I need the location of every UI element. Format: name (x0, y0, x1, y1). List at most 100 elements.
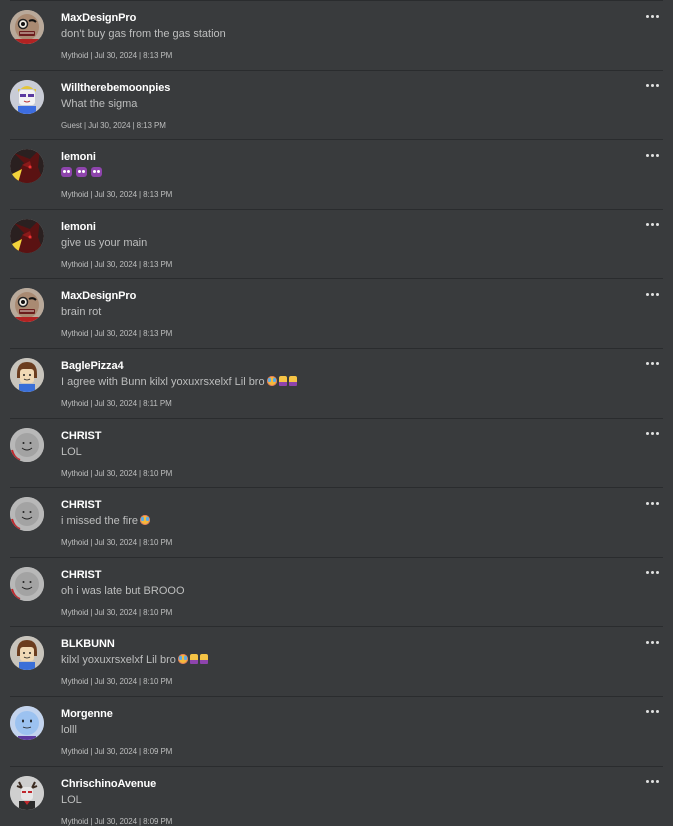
more-dot (656, 223, 659, 227)
comment-meta: Mythoid | Jul 30, 2024 | 8:11 PM (61, 398, 172, 408)
more-dot (651, 362, 654, 366)
more-options-icon[interactable] (646, 500, 660, 506)
max-avatar[interactable] (10, 10, 44, 44)
praying-emoji (189, 654, 198, 665)
comment-item-10: BLKBUNN kilxl yoxuxrsxelxf Lil bro Mytho… (10, 627, 663, 697)
christ-avatar[interactable] (10, 566, 44, 601)
comment-item-8: CHRIST i missed the fire Mythoid | Jul 3… (10, 488, 663, 558)
more-options-icon[interactable] (646, 639, 660, 645)
crying-emoji (177, 654, 188, 665)
comment-username[interactable]: CHRIST (61, 430, 101, 442)
more-dot (646, 780, 649, 784)
comment-username[interactable]: lemoni (61, 151, 96, 163)
comment-item-7: CHRIST LOL Mythoid | Jul 30, 2024 | 8:10… (10, 419, 663, 489)
comment-feed: MaxDesignPro don't buy gas from the gas … (0, 0, 673, 826)
more-options-icon[interactable] (646, 570, 660, 576)
more-options-icon[interactable] (646, 779, 660, 785)
comment-username[interactable]: MaxDesignPro (61, 290, 136, 302)
comment-meta: Mythoid | Jul 30, 2024 | 8:10 PM (61, 538, 173, 548)
more-dot (656, 84, 659, 88)
more-dot (651, 780, 654, 784)
more-dot (656, 780, 659, 784)
lemoni-avatar[interactable] (10, 149, 44, 184)
morgenne-avatar[interactable] (10, 705, 44, 740)
comment-username[interactable]: BaglePizza4 (61, 360, 124, 372)
crying-emoji (140, 515, 151, 526)
chrischino-avatar[interactable] (10, 775, 44, 810)
comment-meta: Mythoid | Jul 30, 2024 | 8:10 PM (61, 468, 173, 478)
more-dot (646, 571, 649, 575)
emoji-group (265, 375, 297, 388)
emoji-group (176, 654, 208, 666)
more-dot (646, 432, 649, 436)
comment-username[interactable]: ChrischinoAvenue (61, 778, 156, 790)
christ-avatar[interactable] (10, 427, 44, 462)
more-dot (656, 432, 659, 436)
praying-emoji (278, 375, 287, 386)
more-options-icon[interactable] (646, 431, 660, 437)
comment-username[interactable]: Willtherebemoonpies (61, 82, 170, 94)
comment-item-11: Morgenne lolll Mythoid | Jul 30, 2024 | … (10, 697, 663, 767)
comment-username[interactable]: lemoni (61, 221, 96, 233)
more-dot (656, 501, 659, 505)
comment-username[interactable]: BLKBUNN (61, 638, 115, 650)
more-dot (656, 640, 659, 644)
more-options-icon[interactable] (646, 13, 660, 19)
more-dot (646, 710, 649, 714)
crying-emoji (266, 375, 277, 386)
comment-text: kilxl yoxuxrsxelxf Lil bro (61, 654, 208, 666)
more-dot (651, 223, 654, 227)
more-options-icon[interactable] (646, 709, 660, 715)
more-dot (651, 292, 654, 296)
comment-meta: Mythoid | Jul 30, 2024 | 8:13 PM (61, 329, 173, 339)
comment-item-4: lemoni give us your main Mythoid | Jul 3… (10, 210, 663, 280)
more-dot (656, 14, 659, 18)
comment-username[interactable]: Morgenne (61, 708, 113, 720)
will-avatar[interactable] (10, 79, 44, 114)
noob-avatar[interactable] (10, 357, 44, 392)
comment-item-2: Willtherebemoonpies What the sigma Guest… (10, 71, 663, 141)
face-emoji (61, 167, 72, 178)
more-dot (646, 292, 649, 296)
comment-text-content: i missed the fire (61, 515, 139, 528)
more-dot (646, 640, 649, 644)
more-dot (651, 84, 654, 88)
comment-text-content: don't buy gas from the gas station (61, 28, 226, 40)
comment-username[interactable]: MaxDesignPro (61, 12, 136, 24)
comment-text: LOL (61, 446, 82, 458)
comment-item-12: ChrischinoAvenue LOL Mythoid | Jul 30, 2… (10, 767, 663, 826)
more-dot (651, 501, 654, 505)
more-options-icon[interactable] (646, 222, 660, 228)
more-dot (646, 362, 649, 366)
more-options-icon[interactable] (646, 83, 660, 89)
more-dot (646, 153, 649, 157)
more-dot (646, 14, 649, 18)
comment-text-content: kilxl yoxuxrsxelxf Lil bro (61, 654, 176, 667)
comment-meta: Mythoid | Jul 30, 2024 | 8:09 PM (61, 746, 173, 756)
comment-username[interactable]: CHRIST (61, 569, 101, 581)
comment-meta: Mythoid | Jul 30, 2024 | 8:13 PM (61, 259, 173, 269)
comment-username[interactable]: CHRIST (61, 499, 101, 511)
comment-meta: Guest | Jul 30, 2024 | 8:13 PM (61, 120, 166, 130)
more-dot (651, 153, 654, 157)
comment-text: lolll (61, 724, 77, 736)
christ-avatar[interactable] (10, 497, 44, 532)
comment-text: brain rot (61, 306, 101, 318)
noob-avatar[interactable] (10, 636, 44, 671)
comment-meta: Mythoid | Jul 30, 2024 | 8:09 PM (61, 816, 173, 826)
comment-text-content: LOL (61, 793, 82, 806)
max-avatar[interactable] (10, 288, 44, 323)
more-dot (646, 84, 649, 88)
more-dot (651, 14, 654, 18)
more-options-icon[interactable] (646, 361, 660, 367)
comment-text (61, 167, 102, 179)
more-options-icon[interactable] (646, 291, 660, 297)
comment-item-1: MaxDesignPro don't buy gas from the gas … (10, 1, 663, 71)
comment-item-5: MaxDesignPro brain rot Mythoid | Jul 30,… (10, 279, 663, 349)
lemoni-avatar[interactable] (10, 218, 44, 253)
comment-text: oh i was late but BROOO (61, 585, 185, 597)
more-options-icon[interactable] (646, 152, 660, 158)
comment-text-content: oh i was late but BROOO (61, 584, 185, 597)
comment-meta: Mythoid | Jul 30, 2024 | 8:10 PM (61, 607, 173, 617)
praying-emoji (199, 654, 208, 665)
